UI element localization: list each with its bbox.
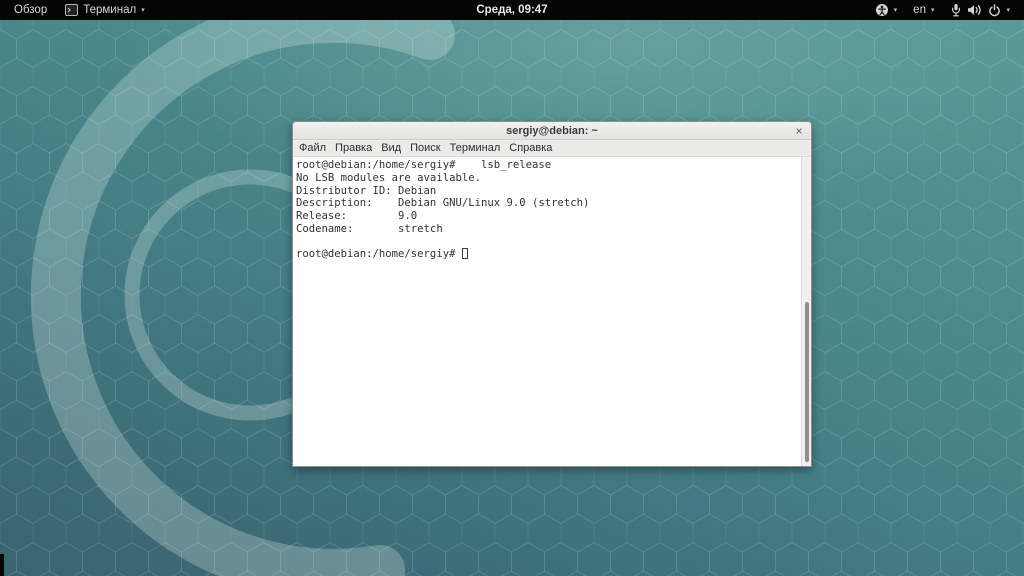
power-icon xyxy=(988,4,1001,17)
terminal-output-area[interactable]: root@debian:/home/sergiy# lsb_release No… xyxy=(293,157,811,466)
menu-edit[interactable]: Правка xyxy=(335,142,372,154)
menu-view[interactable]: Вид xyxy=(381,142,401,154)
terminal-app-icon xyxy=(65,4,78,16)
scrollbar-thumb[interactable] xyxy=(805,302,809,462)
menu-help[interactable]: Справка xyxy=(509,142,552,154)
top-bar: Обзор Терминал ▾ Среда, 09:47 ▾ en ▾ xyxy=(0,0,1024,20)
activities-button[interactable]: Обзор xyxy=(8,0,53,20)
terminal-line: Codename: stretch xyxy=(296,223,799,236)
chevron-down-icon: ▾ xyxy=(1006,6,1010,14)
keyboard-layout-label: en xyxy=(913,4,926,16)
app-menu-button[interactable]: Терминал ▾ xyxy=(59,0,150,20)
terminal-line: No LSB modules are available. xyxy=(296,172,799,185)
terminal-line: Distributor ID: Debian xyxy=(296,185,799,198)
activities-label: Обзор xyxy=(14,4,47,16)
app-menu-label: Терминал xyxy=(83,4,136,16)
window-title: sergiy@debian: ~ xyxy=(506,125,598,137)
universal-access-icon xyxy=(875,3,889,17)
terminal-prompt-line: root@debian:/home/sergiy# xyxy=(296,248,799,261)
scrollbar[interactable] xyxy=(801,157,811,466)
keyboard-layout-menu[interactable]: en ▾ xyxy=(907,4,940,16)
volume-icon xyxy=(967,4,983,16)
screen-corner-artifact xyxy=(0,554,4,576)
terminal-line: root@debian:/home/sergiy# lsb_release xyxy=(296,159,799,172)
menu-search[interactable]: Поиск xyxy=(410,142,440,154)
terminal-line: Description: Debian GNU/Linux 9.0 (stret… xyxy=(296,197,799,210)
terminal-line: Release: 9.0 xyxy=(296,210,799,223)
chevron-down-icon: ▾ xyxy=(931,6,935,14)
terminal-line xyxy=(296,236,799,249)
chevron-down-icon: ▾ xyxy=(894,6,898,14)
close-button[interactable]: × xyxy=(792,122,806,140)
menu-bar: Файл Правка Вид Поиск Терминал Справка xyxy=(293,140,811,157)
prompt-text: root@debian:/home/sergiy# xyxy=(296,248,462,260)
chevron-down-icon: ▾ xyxy=(141,6,145,14)
system-status-menu[interactable]: ▾ xyxy=(944,3,1016,17)
window-titlebar[interactable]: sergiy@debian: ~ × xyxy=(293,122,811,140)
top-bar-right: ▾ en ▾ xyxy=(869,3,1016,17)
menu-terminal[interactable]: Терминал xyxy=(450,142,501,154)
menu-file[interactable]: Файл xyxy=(299,142,326,154)
desktop-wallpaper: sergiy@debian: ~ × Файл Правка Вид Поиск… xyxy=(0,20,1024,576)
terminal-window: sergiy@debian: ~ × Файл Правка Вид Поиск… xyxy=(292,121,812,467)
accessibility-menu[interactable]: ▾ xyxy=(869,3,904,17)
microphone-icon xyxy=(950,3,962,17)
terminal-cursor xyxy=(462,248,468,259)
